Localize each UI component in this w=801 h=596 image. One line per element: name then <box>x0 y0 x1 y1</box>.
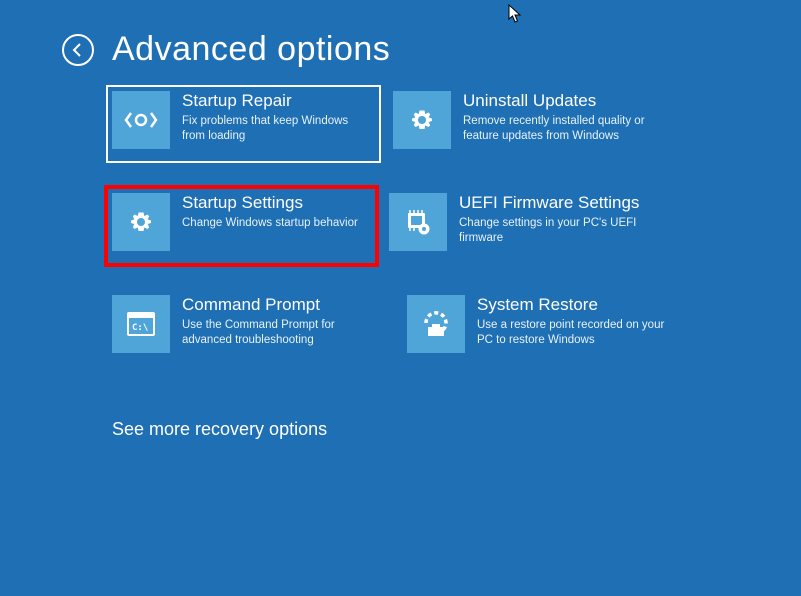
tile-system-restore[interactable]: System Restore Use a restore point recor… <box>407 295 682 369</box>
tile-desc: Change settings in your PC's UEFI firmwa… <box>459 216 649 245</box>
tile-text: Command Prompt Use the Command Prompt fo… <box>170 295 372 369</box>
tile-text: Startup Repair Fix problems that keep Wi… <box>170 91 372 149</box>
wrench-code-icon <box>112 91 170 149</box>
tile-text: Startup Settings Change Windows startup … <box>170 193 358 251</box>
tile-title: Startup Repair <box>182 91 372 111</box>
tile-title: UEFI Firmware Settings <box>459 193 649 213</box>
tile-command-prompt[interactable]: C:\ Command Prompt Use the Command Promp… <box>112 295 387 369</box>
header: Advanced options <box>0 0 801 69</box>
tile-title: System Restore <box>477 295 667 315</box>
back-button[interactable] <box>62 34 94 66</box>
options-grid: Startup Repair Fix problems that keep Wi… <box>112 91 682 369</box>
arrow-left-icon <box>70 42 86 58</box>
tile-startup-settings[interactable]: Startup Settings Change Windows startup … <box>104 185 379 267</box>
see-more-link[interactable]: See more recovery options <box>112 419 801 440</box>
tile-title: Command Prompt <box>182 295 372 315</box>
tile-startup-repair[interactable]: Startup Repair Fix problems that keep Wi… <box>106 85 381 163</box>
gear-icon <box>393 91 451 149</box>
tile-title: Startup Settings <box>182 193 358 213</box>
tile-text: Uninstall Updates Remove recently instal… <box>451 91 653 171</box>
gear-icon <box>112 193 170 251</box>
terminal-icon: C:\ <box>112 295 170 353</box>
tile-text: UEFI Firmware Settings Change settings i… <box>447 193 649 273</box>
tile-desc: Remove recently installed quality or fea… <box>463 114 653 143</box>
tile-desc: Fix problems that keep Windows from load… <box>182 114 372 143</box>
page-title: Advanced options <box>112 30 390 69</box>
tile-title: Uninstall Updates <box>463 91 653 111</box>
chip-gear-icon <box>389 193 447 251</box>
svg-text:C:\: C:\ <box>132 323 148 333</box>
tile-uefi-firmware[interactable]: UEFI Firmware Settings Change settings i… <box>389 193 664 273</box>
tile-desc: Use a restore point recorded on your PC … <box>477 318 667 347</box>
tile-desc: Use the Command Prompt for advanced trou… <box>182 318 372 347</box>
tile-uninstall-updates[interactable]: Uninstall Updates Remove recently instal… <box>393 91 668 171</box>
tile-text: System Restore Use a restore point recor… <box>465 295 667 369</box>
restore-icon <box>407 295 465 353</box>
tile-desc: Change Windows startup behavior <box>182 216 358 230</box>
